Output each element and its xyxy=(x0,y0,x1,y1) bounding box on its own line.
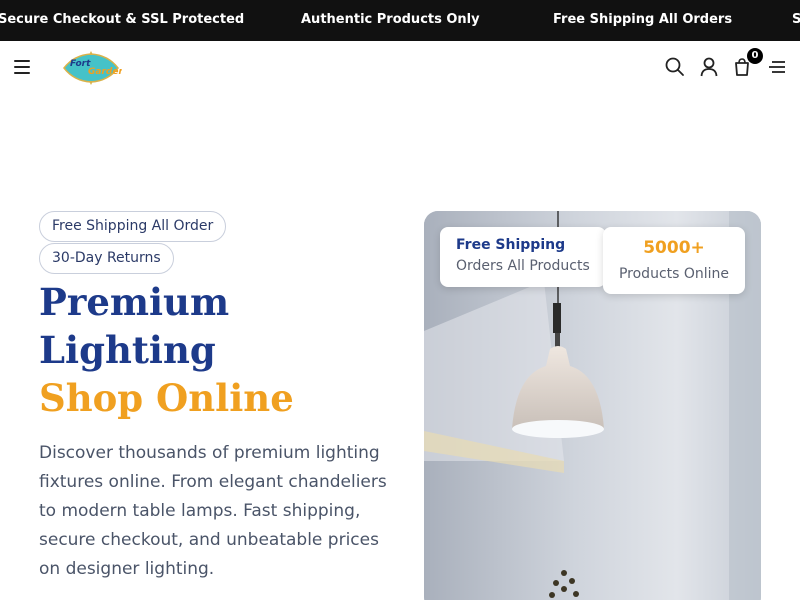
menu-icon[interactable] xyxy=(14,60,32,76)
site-header: Fort Garden 0 xyxy=(0,41,800,95)
hero-description: Discover thousands of premium lighting f… xyxy=(39,443,387,579)
announcement-bar: Secure Checkout & SSL Protected Authenti… xyxy=(0,0,800,41)
stat-card-title: 5000+ xyxy=(643,238,705,258)
announcement-item: Free Shipping All Orders xyxy=(553,12,733,27)
announcement-item: S xyxy=(792,12,800,27)
stat-card-title: Free Shipping xyxy=(456,237,566,253)
hero-title-line1: Premium xyxy=(39,280,230,324)
stat-card-shipping: Free Shipping Orders All Products xyxy=(440,227,606,287)
stat-card-subtitle: Products Online xyxy=(618,266,730,282)
announcement-item: Authentic Products Only xyxy=(301,12,480,27)
stat-card-subtitle: Orders All Products xyxy=(456,258,590,274)
badge-free-shipping: Free Shipping All Order xyxy=(39,211,227,242)
search-icon[interactable] xyxy=(664,56,686,78)
filter-icon[interactable] xyxy=(766,56,788,78)
site-logo[interactable]: Fort Garden xyxy=(60,49,122,87)
badge-returns: 30-Day Returns xyxy=(39,243,174,274)
announcement-item: Secure Checkout & SSL Protected xyxy=(0,12,245,27)
svg-text:Garden: Garden xyxy=(88,67,122,77)
cart-count-badge: 0 xyxy=(747,48,763,64)
hero-title-line2: Lighting xyxy=(39,328,216,372)
stat-card-products: 5000+ Products Online xyxy=(603,227,745,294)
hero-title-line3: Shop Online xyxy=(39,376,294,420)
user-icon[interactable] xyxy=(698,56,720,78)
